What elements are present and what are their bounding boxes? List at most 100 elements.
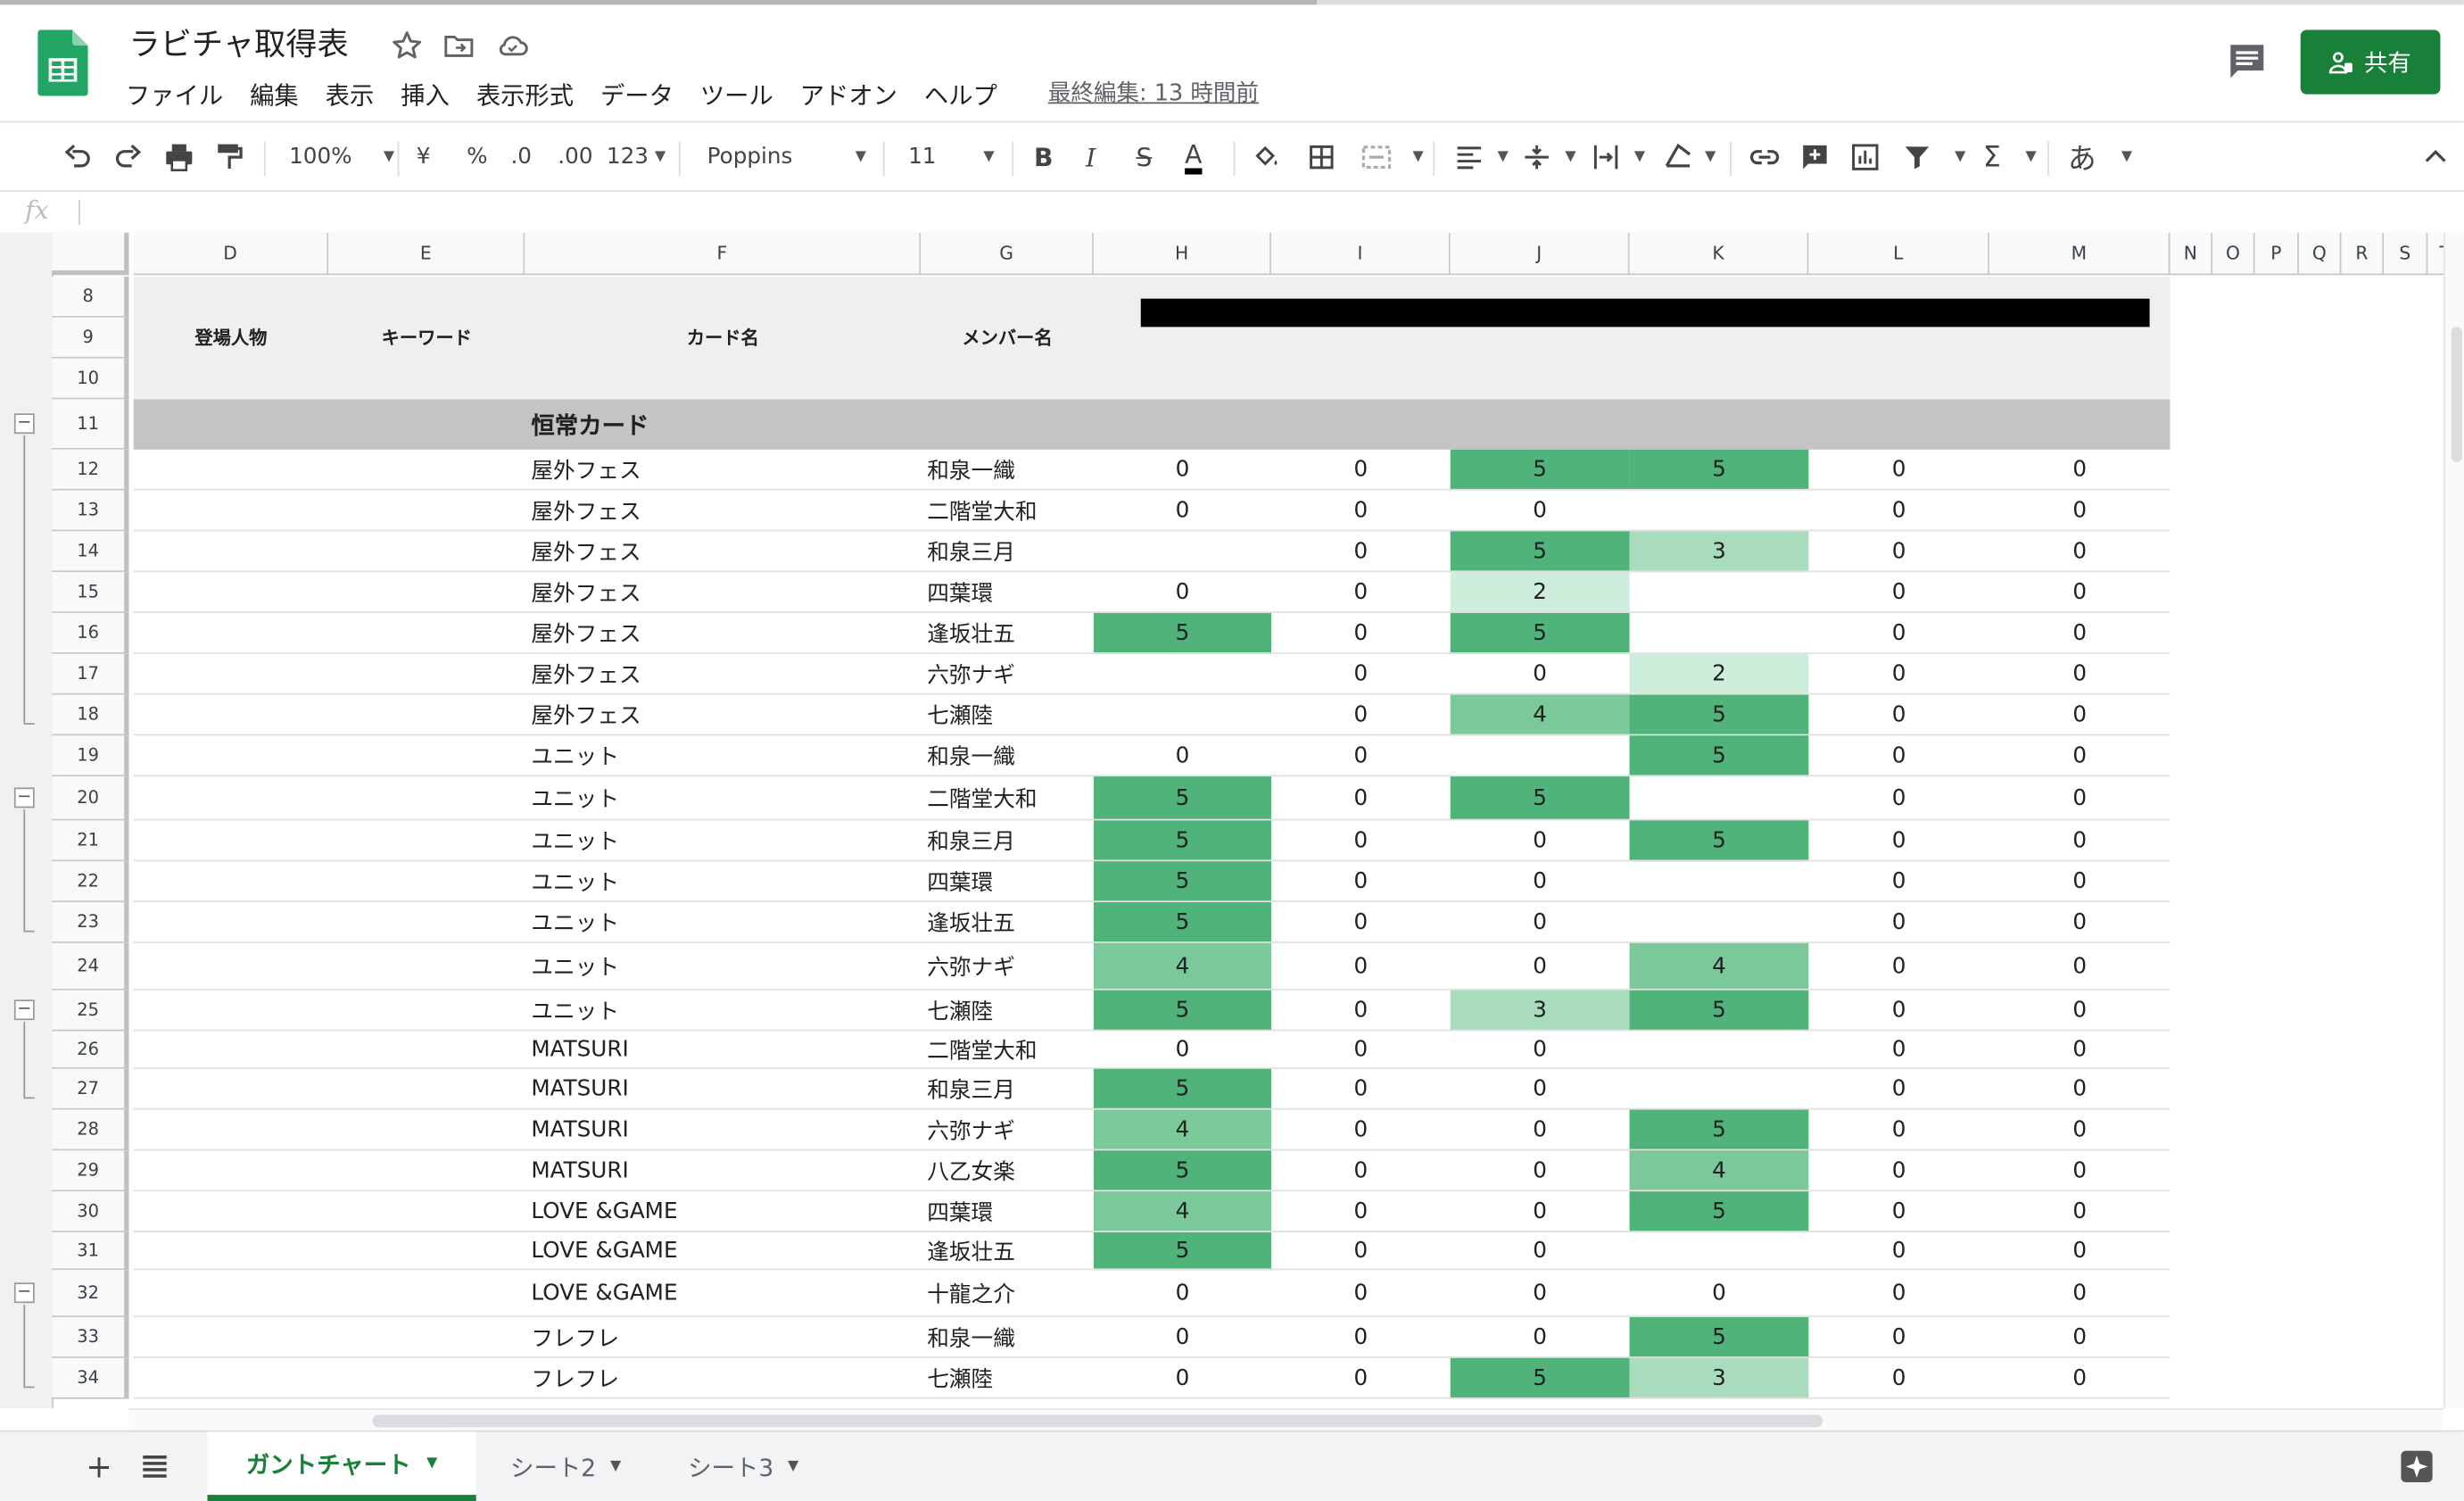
cell-value-m[interactable]: 0 bbox=[1989, 572, 2170, 613]
row-header[interactable]: 14 bbox=[52, 531, 129, 573]
cell-e[interactable] bbox=[328, 1270, 525, 1318]
cell-value-j[interactable]: 3 bbox=[1450, 990, 1630, 1032]
cell-card-name[interactable]: MATSURI bbox=[525, 1150, 922, 1192]
cell-e[interactable] bbox=[328, 735, 525, 777]
cell-card-name[interactable]: MATSURI bbox=[525, 1031, 922, 1069]
cell-value-j[interactable]: 0 bbox=[1450, 1110, 1630, 1151]
chevron-down-icon[interactable]: ▼ bbox=[1412, 140, 1423, 175]
cell-card-name[interactable]: 屋外フェス bbox=[525, 491, 922, 532]
cell-value-l[interactable]: 0 bbox=[1808, 1191, 1989, 1232]
cell-value-k[interactable]: 5 bbox=[1629, 694, 1809, 736]
cell-value-k[interactable] bbox=[1629, 1232, 1809, 1271]
cell-value-l[interactable]: 0 bbox=[1808, 902, 1989, 943]
cell-card-name[interactable]: MATSURI bbox=[525, 1069, 922, 1110]
cell-value-m[interactable]: 0 bbox=[1989, 1191, 2170, 1232]
column-header-o[interactable]: O bbox=[2212, 232, 2255, 276]
row-header[interactable]: 24 bbox=[52, 942, 129, 991]
cell-d[interactable] bbox=[133, 1069, 329, 1110]
cell-value-j[interactable]: 0 bbox=[1450, 1232, 1630, 1271]
cell-d[interactable] bbox=[133, 572, 329, 613]
cell-e[interactable] bbox=[328, 820, 525, 862]
header-keyword[interactable]: キーワード bbox=[328, 318, 525, 359]
print-icon[interactable] bbox=[161, 140, 196, 175]
cell-value-m[interactable]: 0 bbox=[1989, 820, 2170, 862]
row-header[interactable]: 12 bbox=[52, 449, 129, 491]
input-tools-button[interactable]: あ bbox=[2068, 140, 2096, 176]
cell-e[interactable] bbox=[328, 861, 525, 903]
cell-value-m[interactable]: 0 bbox=[1989, 1031, 2170, 1069]
row-header[interactable]: 33 bbox=[52, 1317, 129, 1358]
section-title[interactable]: 恒常カード bbox=[525, 399, 921, 449]
cell-value-m[interactable]: 0 bbox=[1989, 735, 2170, 777]
cell-d[interactable] bbox=[133, 735, 329, 777]
cell-member-name[interactable]: 和泉三月 bbox=[921, 820, 1094, 862]
cell-value-l[interactable]: 0 bbox=[1808, 735, 1989, 777]
cell-value-m[interactable]: 0 bbox=[1989, 613, 2170, 654]
column-header-s[interactable]: S bbox=[2384, 232, 2428, 276]
cell-value-i[interactable]: 0 bbox=[1270, 450, 1451, 491]
explore-icon[interactable] bbox=[2400, 1449, 2435, 1484]
cell-member-name[interactable]: 逢坂壮五 bbox=[921, 902, 1094, 943]
cell-value-k[interactable] bbox=[1629, 613, 1809, 654]
row-header[interactable]: 22 bbox=[52, 861, 129, 903]
cell-value-l[interactable]: 0 bbox=[1808, 1232, 1989, 1271]
bold-button[interactable]: B bbox=[1034, 140, 1053, 175]
cell-value-j[interactable]: 0 bbox=[1450, 902, 1630, 943]
column-header-g[interactable]: G bbox=[921, 232, 1094, 276]
row-header[interactable]: 28 bbox=[52, 1109, 129, 1151]
cell-e[interactable] bbox=[328, 613, 525, 654]
cell-card-name[interactable]: MATSURI bbox=[525, 1110, 922, 1151]
chevron-down-icon[interactable]: ▼ bbox=[2025, 140, 2036, 175]
cell-value-k[interactable] bbox=[1629, 1069, 1809, 1110]
cell-value-i[interactable]: 0 bbox=[1270, 531, 1451, 573]
cell-value-j[interactable]: 0 bbox=[1450, 1191, 1630, 1232]
cell-value-k[interactable] bbox=[1629, 902, 1809, 943]
cell-value-h[interactable]: 0 bbox=[1093, 1358, 1271, 1399]
tab-sheet2[interactable]: シート2 ▼ bbox=[483, 1432, 649, 1501]
cell-d[interactable] bbox=[133, 820, 329, 862]
font-size-select[interactable]: 11 ▼ bbox=[908, 140, 994, 175]
horizontal-scroll-thumb[interactable] bbox=[372, 1414, 1823, 1428]
cell-card-name[interactable]: ユニット bbox=[525, 902, 922, 943]
chevron-down-icon[interactable]: ▼ bbox=[1565, 140, 1575, 175]
cell-value-h[interactable]: 5 bbox=[1093, 612, 1271, 654]
row-header[interactable]: 9 bbox=[52, 317, 129, 359]
all-sheets-icon[interactable] bbox=[142, 1454, 169, 1479]
cell-value-h[interactable]: 0 bbox=[1093, 1270, 1271, 1318]
cell-value-k[interactable] bbox=[1629, 572, 1809, 613]
cell-card-name[interactable]: 屋外フェス bbox=[525, 450, 922, 491]
cell-value-j[interactable]: 0 bbox=[1450, 861, 1630, 903]
chevron-down-icon[interactable]: ▼ bbox=[1498, 140, 1509, 175]
cell-value-k[interactable]: 4 bbox=[1629, 1150, 1809, 1192]
undo-icon[interactable] bbox=[60, 140, 95, 175]
menu-format[interactable]: 表示形式 bbox=[476, 77, 574, 112]
cell-card-name[interactable]: 屋外フェス bbox=[525, 613, 922, 654]
cell-value-j[interactable]: 0 bbox=[1450, 943, 1630, 991]
cell-value-h[interactable]: 0 bbox=[1093, 450, 1271, 491]
horizontal-scrollbar[interactable] bbox=[128, 1408, 2443, 1432]
cell-value-m[interactable]: 0 bbox=[1989, 943, 2170, 991]
row-header[interactable]: 10 bbox=[52, 358, 129, 400]
column-header-f[interactable]: F bbox=[525, 232, 922, 276]
cell-card-name[interactable]: ユニット bbox=[525, 820, 922, 862]
cell-member-name[interactable]: 七瀬陸 bbox=[921, 695, 1094, 736]
insert-chart-icon[interactable] bbox=[1849, 140, 1881, 175]
cell-value-h[interactable] bbox=[1093, 695, 1271, 736]
cell-d[interactable] bbox=[133, 613, 329, 654]
column-header-q[interactable]: Q bbox=[2298, 232, 2342, 276]
cell-e[interactable] bbox=[328, 902, 525, 943]
cell-value-j[interactable]: 5 bbox=[1450, 776, 1630, 821]
functions-button[interactable]: Σ bbox=[1983, 140, 2001, 175]
cell-value-k[interactable]: 5 bbox=[1629, 449, 1809, 491]
cell-card-name[interactable]: フレフレ bbox=[525, 1358, 922, 1399]
paint-format-icon[interactable] bbox=[212, 140, 247, 175]
row-header[interactable]: 20 bbox=[52, 776, 129, 821]
cell-card-name[interactable]: ユニット bbox=[525, 991, 922, 1032]
select-all-corner[interactable] bbox=[52, 232, 129, 276]
cell-value-j[interactable]: 0 bbox=[1450, 654, 1630, 695]
add-sheet-icon[interactable]: + bbox=[79, 1432, 120, 1501]
font-family-select[interactable]: Poppins ▼ bbox=[707, 140, 866, 175]
cell-card-name[interactable]: 屋外フェス bbox=[525, 654, 922, 695]
cell-card-name[interactable]: フレフレ bbox=[525, 1317, 922, 1358]
cell-value-h[interactable] bbox=[1093, 531, 1271, 573]
